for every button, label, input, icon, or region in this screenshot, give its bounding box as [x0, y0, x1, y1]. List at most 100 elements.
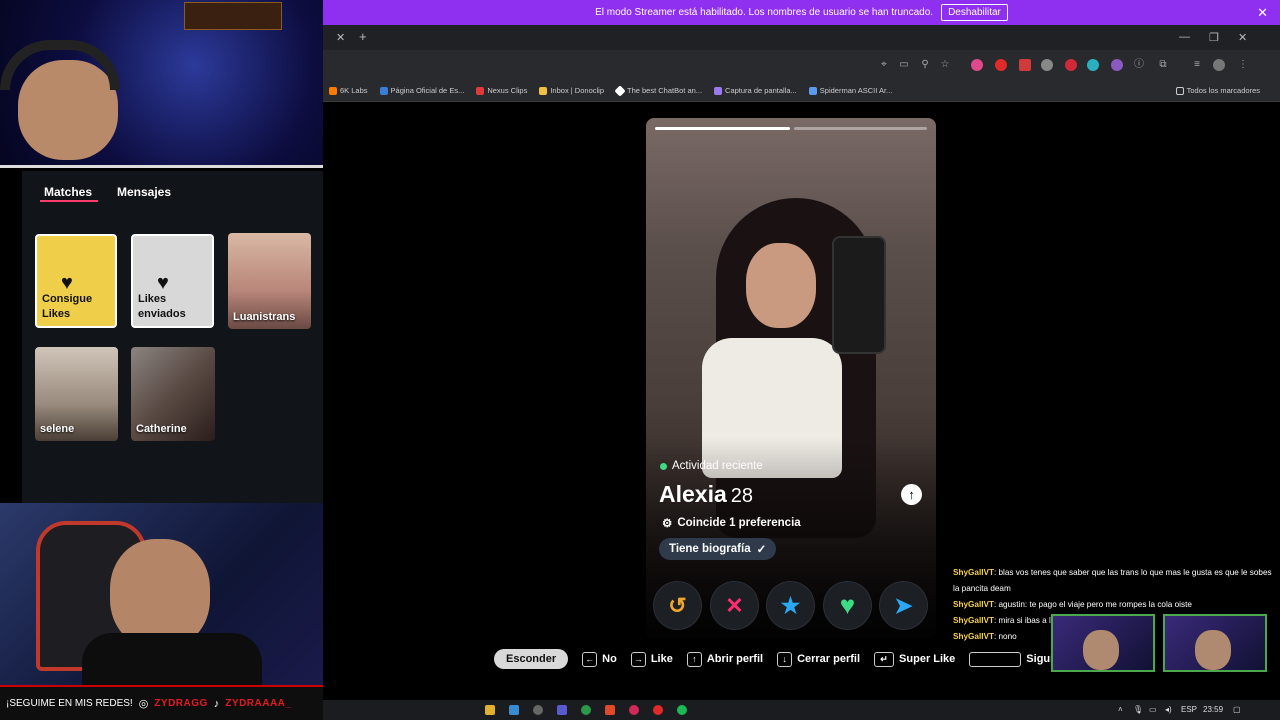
- taskbar-app-icon[interactable]: [509, 705, 519, 715]
- right-arrow-key-icon: →: [630, 651, 646, 667]
- close-icon[interactable]: ✕: [1257, 5, 1268, 21]
- disable-button[interactable]: Deshabilitar: [941, 4, 1008, 21]
- chrome-icon[interactable]: [581, 705, 591, 715]
- extension-icon-2[interactable]: [995, 59, 1007, 71]
- sliders-icon: ⚙: [662, 518, 673, 530]
- chat-username: ShyGallVT: [953, 616, 994, 625]
- superlike-button[interactable]: ★: [767, 582, 814, 629]
- extension-icon-4[interactable]: [1041, 59, 1053, 71]
- bookmark-favicon: [808, 86, 817, 95]
- taskbar-app-icon[interactable]: [653, 705, 663, 715]
- close-window-button[interactable]: ✕: [1238, 31, 1247, 44]
- all-bookmarks[interactable]: Todos los marcadores: [1175, 86, 1260, 95]
- location-icon[interactable]: ⌖: [878, 59, 890, 71]
- tiktok-icon: ♪: [213, 697, 220, 710]
- extension-icon-3[interactable]: [1019, 59, 1031, 71]
- webcam-streamer-1: [0, 0, 323, 168]
- profile-card[interactable]: [646, 118, 936, 638]
- rewind-button[interactable]: ↺: [654, 582, 701, 629]
- shortcut-super-like: ↵ Super Like: [874, 651, 955, 667]
- file-explorer-icon[interactable]: [485, 705, 495, 715]
- bookmark-item[interactable]: Spiderman ASCII Ar...: [808, 86, 892, 95]
- bookmark-star-icon[interactable]: ☆: [939, 59, 951, 71]
- hide-button[interactable]: Esconder: [494, 649, 569, 669]
- profile-name-text: Alexia: [659, 481, 727, 507]
- extension-icon-5[interactable]: [1065, 59, 1077, 71]
- likes-sent-label: Likes enviados: [138, 293, 186, 320]
- network-icon[interactable]: ▭: [1149, 705, 1157, 714]
- match-card[interactable]: Luanistrans: [228, 233, 311, 329]
- extension-icon-1[interactable]: [971, 59, 983, 71]
- keyboard-language[interactable]: ESP: [1181, 705, 1197, 714]
- banner-text: El modo Streamer está habilitado. Los no…: [595, 7, 934, 18]
- notifications-icon[interactable]: ▢: [1233, 705, 1241, 714]
- folder-icon: [1175, 86, 1184, 95]
- game-overlay: [184, 2, 282, 30]
- tab-messages[interactable]: Mensajes: [117, 185, 171, 199]
- mic-icon[interactable]: 🎙: [1133, 705, 1143, 714]
- bio-badge[interactable]: Tiene biografía ✓: [659, 538, 777, 560]
- check-icon: ✓: [756, 544, 767, 556]
- mini-face: [1083, 630, 1119, 670]
- chat-message: ShyGallVT: agustin: te pago el viaje per…: [953, 597, 1273, 613]
- taskbar-app-icon[interactable]: [629, 705, 639, 715]
- down-arrow-key-icon: ↓: [777, 651, 793, 667]
- close-tab-icon[interactable]: ✕: [336, 31, 345, 44]
- social-bar: ¡SEGUIME EN MIS REDES! ◎ ZYDRAGG ♪ ZYDRA…: [0, 685, 323, 720]
- bookmark-item[interactable]: Inbox | Donoclip: [539, 86, 604, 95]
- info-icon[interactable]: ⓘ: [1133, 59, 1145, 71]
- match-card[interactable]: selene: [35, 347, 118, 441]
- volume-icon[interactable]: ◂): [1165, 705, 1172, 714]
- tray-chevron-icon[interactable]: ˄: [1118, 705, 1123, 714]
- taskbar: ˄ 🎙 ▭ ◂) ESP 23:59 ▢: [323, 700, 1280, 720]
- spotify-icon[interactable]: [677, 705, 687, 715]
- bookmark-item[interactable]: Captura de pantalla...: [714, 86, 797, 95]
- nope-button[interactable]: ✕: [711, 582, 758, 629]
- match-card[interactable]: Catherine: [131, 347, 215, 441]
- get-likes-card[interactable]: ♥ Consigue Likes: [35, 234, 117, 328]
- bookmark-item[interactable]: Nexus Clips: [476, 86, 527, 95]
- like-button[interactable]: ♥: [824, 582, 871, 629]
- maximize-button[interactable]: ❐: [1209, 31, 1219, 44]
- space-key-icon: [969, 651, 1022, 667]
- discord-icon[interactable]: [557, 705, 567, 715]
- boost-button[interactable]: ➤: [880, 582, 927, 629]
- chat-username: ShyGallVT: [953, 600, 994, 609]
- instagram-icon: ◎: [138, 698, 149, 710]
- likes-sent-card[interactable]: ♥ Likes enviados: [131, 234, 214, 328]
- chat-username: ShyGallVT: [953, 568, 994, 577]
- online-dot-icon: [660, 462, 667, 470]
- media-icon[interactable]: ≡: [1191, 59, 1203, 71]
- cast-icon[interactable]: ▭: [898, 59, 910, 71]
- chat-message: ShyGallVT: blas vos tenes que saber que …: [953, 565, 1273, 597]
- bookmark-item[interactable]: Página Oficial de Es...: [379, 86, 464, 95]
- bookmark-item[interactable]: 6K Labs: [329, 86, 368, 95]
- shortcut-open-profile: ↑ Abrir perfil: [686, 651, 763, 667]
- zoom-icon[interactable]: ⚲: [919, 59, 931, 71]
- mini-face: [1195, 630, 1231, 670]
- new-tab-button[interactable]: +: [359, 29, 367, 44]
- brave-icon[interactable]: [605, 705, 615, 715]
- rewind-icon: ↺: [668, 592, 687, 618]
- preference-label: Coincide 1 preferencia: [677, 517, 801, 529]
- address-bar[interactable]: ⌖ ▭ ⚲ ☆ ⓘ ⧉ ≡ ⋮: [323, 50, 1280, 80]
- match-name: Catherine: [136, 423, 187, 435]
- shortcut-next: Siguie: [969, 651, 1059, 667]
- bookmark-favicon: [614, 84, 626, 97]
- bookmark-item[interactable]: The best ChatBot an...: [614, 84, 702, 97]
- minimize-button[interactable]: —: [1179, 31, 1190, 43]
- open-profile-arrow-icon[interactable]: ↑: [901, 484, 922, 505]
- clock[interactable]: 23:59: [1203, 705, 1223, 714]
- tab-matches[interactable]: Matches: [44, 185, 92, 199]
- extension-icon-7[interactable]: [1111, 59, 1123, 71]
- menu-kebab-icon[interactable]: ⋮: [1237, 59, 1249, 71]
- profile-name: Alexia 28: [659, 481, 753, 508]
- nope-icon: ✕: [725, 592, 744, 618]
- extension-icon-6[interactable]: [1087, 59, 1099, 71]
- chat-text: : nono: [993, 632, 1017, 641]
- profile-photo-face: [746, 243, 816, 328]
- extensions-puzzle-icon[interactable]: ⧉: [1157, 59, 1169, 71]
- profile-avatar-icon[interactable]: [1213, 59, 1225, 71]
- taskbar-app-icon[interactable]: [533, 705, 543, 715]
- bookmark-favicon: [329, 86, 337, 95]
